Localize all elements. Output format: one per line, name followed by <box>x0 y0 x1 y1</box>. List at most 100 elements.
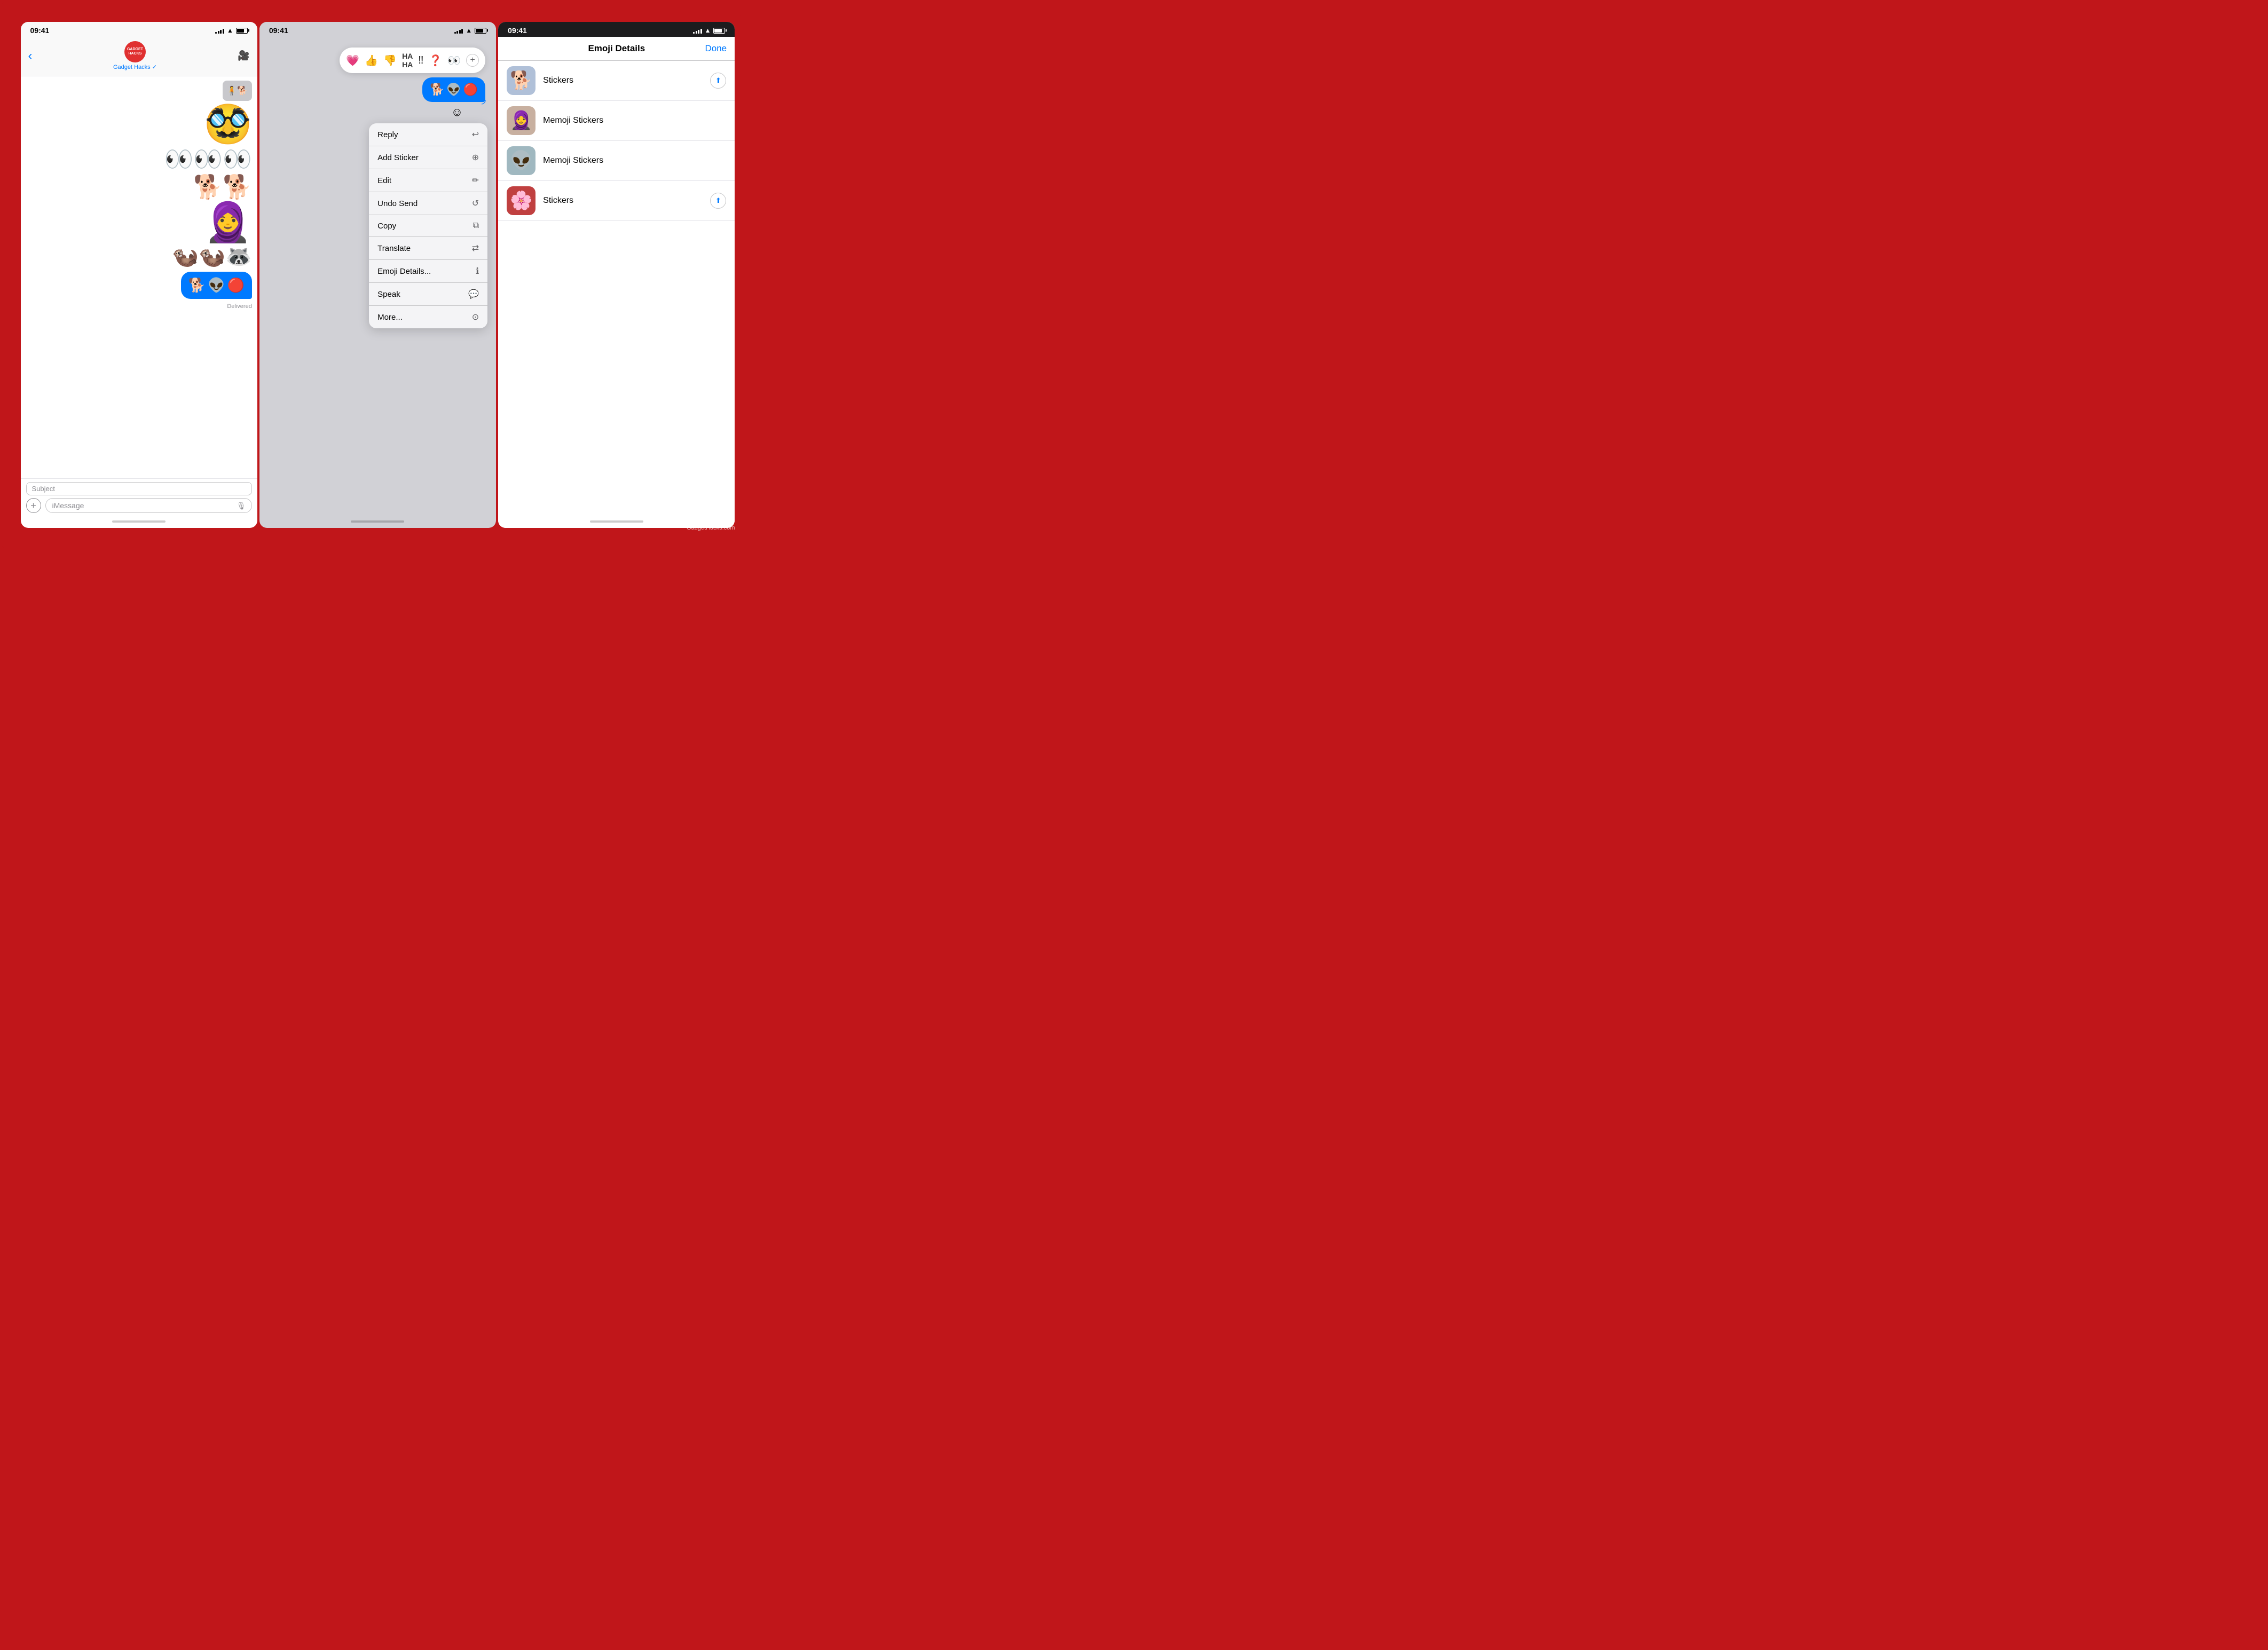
share-button-4[interactable]: ⬆ <box>710 193 726 209</box>
emoji-list: 🐕 Stickers ⬆ 🧕 Memoji Stickers 👽 Memoji … <box>498 61 735 221</box>
context-menu: Reply ↩ Add Sticker ⊕ Edit ✏ Undo Send ↺ <box>369 123 487 328</box>
reaction-heart[interactable]: 💗 <box>346 54 359 67</box>
contact-name[interactable]: Gadget Hacks ✓ <box>113 64 157 70</box>
reply-icon: ↩ <box>472 129 479 140</box>
speak-icon: 💬 <box>468 289 479 299</box>
add-sticker-icon: ⊕ <box>472 152 479 163</box>
home-indicator-3 <box>498 517 735 525</box>
sticker-memoji-1: 🥸 <box>26 105 252 144</box>
video-call-button[interactable]: 🎥 <box>238 50 249 61</box>
emoji-details-title: Emoji Details <box>588 43 645 54</box>
emoji-preview-1: 🐕 <box>507 66 536 95</box>
wifi-icon-1: ▲ <box>227 27 233 34</box>
back-button[interactable]: ‹ <box>28 49 33 64</box>
blue-bubble-2[interactable]: 🐕 👽 🔴 ◟ <box>422 77 485 102</box>
reaction-bar: 💗 👍 👎 HAHA ‼ ❓ 👀 + <box>340 48 485 73</box>
emoji-details-icon: ℹ <box>476 266 479 277</box>
edit-icon: ✏ <box>472 175 479 186</box>
imessage-input[interactable]: iMessage 🎙 <box>45 498 252 513</box>
status-bar-1: 09:41 ▲ <box>21 22 257 37</box>
add-sticker-label: Add Sticker <box>377 153 419 162</box>
delivered-status: Delivered <box>26 303 252 310</box>
bubble-emoji-1: 🐕 <box>188 277 206 294</box>
copy-icon: ⧉ <box>473 221 479 231</box>
status-bar-3: 09:41 ▲ <box>498 22 735 37</box>
reaction-thumbsdown[interactable]: 👎 <box>383 54 397 67</box>
translate-label: Translate <box>377 244 411 253</box>
message-image: 🧍🐕 <box>26 81 252 101</box>
eyes-sticker: 👀👀👀 <box>164 148 251 171</box>
message-input-area: Subject + iMessage 🎙 <box>21 478 257 516</box>
messages-list: 🧍🐕 🥸 👀👀👀 🐕🐕 🧕 <box>21 76 257 314</box>
emoji-preview-4: 🌸 <box>507 186 536 215</box>
context-menu-more[interactable]: More... ⊙ <box>369 306 487 328</box>
memoji-sticker: 🥸 <box>204 105 252 144</box>
emoji-preview-3: 👽 <box>507 146 536 175</box>
bubble-emoji-b: 👽 <box>446 83 461 97</box>
copy-label: Copy <box>377 222 396 231</box>
signal-icon-2 <box>454 28 463 34</box>
emoji-details-label: Emoji Details... <box>377 267 431 276</box>
bubble-emoji-a: 🐕 <box>430 83 444 97</box>
speak-label: Speak <box>377 290 400 299</box>
home-bar-3 <box>590 520 643 523</box>
context-menu-copy[interactable]: Copy ⧉ <box>369 215 487 237</box>
add-button[interactable]: + <box>26 498 41 513</box>
input-row: + iMessage 🎙 <box>26 498 252 513</box>
emoji-list-item-2[interactable]: 🧕 Memoji Stickers <box>498 101 735 141</box>
status-bar-2: 09:41 ▲ <box>259 22 496 37</box>
home-indicator-2 <box>259 517 496 525</box>
emoji-label-1: Stickers <box>543 76 703 85</box>
context-menu-edit[interactable]: Edit ✏ <box>369 169 487 192</box>
blue-bubble: 🐕 👽 🔴 <box>181 272 252 299</box>
battery-icon-3 <box>713 28 725 34</box>
message-area-2: 💗 👍 👎 HAHA ‼ ❓ 👀 + 🐕 👽 🔴 ◟ ☺ <box>259 37 496 334</box>
contact-info[interactable]: GADGETHACKS Gadget Hacks ✓ <box>113 41 157 70</box>
context-menu-reply[interactable]: Reply ↩ <box>369 123 487 146</box>
share-button-1[interactable]: ⬆ <box>710 73 726 89</box>
reaction-add[interactable]: + <box>466 54 479 67</box>
battery-icon-1 <box>236 28 248 34</box>
sticker-woman: 🧕 <box>26 203 252 242</box>
status-icons-3: ▲ <box>693 27 725 34</box>
context-menu-translate[interactable]: Translate ⇄ <box>369 237 487 260</box>
reply-label: Reply <box>377 130 398 139</box>
emoji-preview-2: 🧕 <box>507 106 536 135</box>
context-menu-speak[interactable]: Speak 💬 <box>369 283 487 306</box>
phone-1: 09:41 ▲ ‹ GADGETHACKS Gadget Hacks ✓ <box>21 22 257 528</box>
undo-send-label: Undo Send <box>377 199 418 208</box>
context-menu-undo-send[interactable]: Undo Send ↺ <box>369 192 487 215</box>
emoji-list-item-3[interactable]: 👽 Memoji Stickers <box>498 141 735 181</box>
emoji-message-bubble[interactable]: 🐕 👽 🔴 <box>26 272 252 299</box>
time-1: 09:41 <box>30 26 50 35</box>
image-placeholder: 🧍🐕 <box>223 81 252 101</box>
more-label: More... <box>377 313 403 322</box>
watermark: GadgetHacks.com <box>687 525 735 531</box>
context-menu-emoji-details[interactable]: Emoji Details... ℹ <box>369 260 487 283</box>
translate-icon: ⇄ <box>472 243 479 254</box>
time-3: 09:41 <box>508 26 527 35</box>
reaction-exclaim[interactable]: ‼ <box>418 54 423 67</box>
microphone-icon: 🎙 <box>237 501 246 510</box>
emoji-label-4: Stickers <box>543 196 703 206</box>
edit-label: Edit <box>377 176 391 185</box>
bubble-emoji-3: 🔴 <box>227 277 244 294</box>
reaction-eyes[interactable]: 👀 <box>447 54 461 67</box>
subject-field[interactable]: Subject <box>26 482 252 495</box>
done-button[interactable]: Done <box>705 43 726 54</box>
phone-2: 09:41 ▲ 💗 👍 👎 HAHA ‼ <box>259 22 496 528</box>
status-icons-2: ▲ <box>454 27 486 34</box>
emoji-list-item-4[interactable]: 🌸 Stickers ⬆ <box>498 181 735 221</box>
wifi-icon-3: ▲ <box>705 27 711 34</box>
emoji-list-item-1[interactable]: 🐕 Stickers ⬆ <box>498 61 735 101</box>
sticker-animals: 🦦🦦🦝 <box>26 246 252 267</box>
home-bar-1 <box>112 520 166 523</box>
reaction-question[interactable]: ❓ <box>429 54 442 67</box>
context-menu-add-sticker[interactable]: Add Sticker ⊕ <box>369 146 487 169</box>
bubble-emoji-2: 👽 <box>208 277 225 294</box>
undo-send-icon: ↺ <box>472 198 479 209</box>
home-bar-2 <box>351 520 404 523</box>
reaction-thumbsup[interactable]: 👍 <box>365 54 378 67</box>
dog-sticker: 🐕🐕 <box>193 176 252 199</box>
reaction-laugh[interactable]: HAHA <box>402 52 413 69</box>
